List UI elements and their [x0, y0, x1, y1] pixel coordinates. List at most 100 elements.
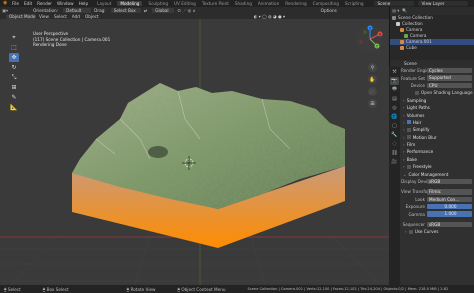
- transform-icon[interactable]: ⊞: [9, 83, 19, 92]
- orientation-label: Orientation:: [33, 7, 59, 13]
- global-dropdown[interactable]: Global: [152, 7, 175, 13]
- osl-label: Open Shading Language: [421, 90, 473, 96]
- outliner-cube[interactable]: Cube: [390, 45, 474, 51]
- view-transform-row: View Transform Filmic: [401, 188, 474, 195]
- gamma-label: Gamma: [408, 211, 425, 217]
- render-engine-dropdown[interactable]: Cycles: [427, 67, 472, 74]
- output-tab-icon[interactable]: 🖶: [390, 86, 399, 94]
- section-color-management[interactable]: ⌄ Color Management: [401, 170, 474, 177]
- feature-set-dropdown[interactable]: Supported: [427, 75, 472, 81]
- menu-view[interactable]: View: [39, 14, 49, 19]
- options-dropdown[interactable]: Options: [321, 8, 337, 13]
- grid-view-icon[interactable]: ⊞: [368, 99, 377, 108]
- use-curves-checkbox[interactable]: [408, 229, 413, 234]
- drag-dropdown[interactable]: Select Box: [110, 7, 141, 13]
- menu-add[interactable]: Add: [72, 14, 80, 19]
- 3d-viewport[interactable]: [0, 19, 389, 285]
- motion-blur-checkbox[interactable]: [406, 135, 411, 140]
- section-performance[interactable]: › Performance: [401, 148, 474, 155]
- osl-checkbox[interactable]: [415, 90, 419, 95]
- menu-edit[interactable]: Edit: [24, 1, 32, 6]
- tab-rendering[interactable]: Rendering: [285, 1, 306, 6]
- tab-scripting[interactable]: Scripting: [345, 1, 364, 6]
- menu-window[interactable]: Window: [57, 1, 74, 6]
- cursor-icon[interactable]: ⌖: [9, 33, 19, 42]
- tab-compositing[interactable]: Compositing: [313, 1, 339, 6]
- section-label: Performance: [406, 149, 434, 155]
- camera-data-icon: [404, 34, 408, 38]
- gamma-field[interactable]: 1.000: [427, 211, 472, 217]
- scene-tab-icon[interactable]: ◎: [390, 104, 399, 112]
- display-device-dropdown[interactable]: sRGB: [427, 178, 472, 185]
- object-tab-icon[interactable]: ▢: [390, 122, 399, 130]
- device-dropdown[interactable]: CPU: [427, 82, 472, 89]
- camera-view-icon[interactable]: 🎥: [368, 87, 377, 96]
- scene-selector[interactable]: Scene: [373, 1, 414, 6]
- move-icon[interactable]: ✥: [9, 53, 19, 62]
- scale-icon[interactable]: ⤡: [9, 73, 19, 82]
- zoom-icon[interactable]: ⚲: [368, 63, 377, 72]
- section-motion-blur[interactable]: › Motion Blur: [401, 134, 474, 141]
- section-hair[interactable]: › Hair: [401, 119, 474, 126]
- status-box-select: 🖱 Box Select: [42, 286, 69, 292]
- hair-checkbox[interactable]: [406, 120, 411, 125]
- section-sampling[interactable]: › Sampling: [401, 97, 474, 104]
- annotate-icon[interactable]: ✎: [9, 93, 19, 102]
- blender-logo-icon[interactable]: ◉: [3, 1, 9, 6]
- tab-modeling[interactable]: Modeling: [117, 1, 143, 6]
- tab-shading[interactable]: Shading: [235, 1, 252, 6]
- transform-pivot-icon[interactable]: ⇄: [144, 8, 148, 13]
- tab-sculpting[interactable]: Sculpting: [148, 1, 168, 6]
- top-bar: ◉ File Edit Render Window Help Layout Mo…: [0, 0, 474, 7]
- navigation-gizmo[interactable]: Y X Z: [355, 24, 385, 54]
- section-simplify[interactable]: › Simplify: [401, 126, 474, 133]
- rotate-icon[interactable]: ↻: [9, 63, 19, 72]
- modifier-tab-icon[interactable]: 🔧: [390, 131, 399, 139]
- look-dropdown[interactable]: Medium Con...: [427, 196, 472, 203]
- tab-uv-editing[interactable]: UV Editing: [174, 1, 196, 6]
- menu-help[interactable]: Help: [79, 1, 89, 6]
- constraint-tab-icon[interactable]: ⛓: [390, 149, 399, 157]
- view-layer-selector[interactable]: View Layer: [417, 1, 468, 6]
- editor-type-icon[interactable]: ▣▾: [2, 8, 8, 13]
- view-transform-dropdown[interactable]: Filmic: [427, 189, 472, 195]
- exposure-field[interactable]: 0.000: [427, 203, 472, 210]
- menu-select[interactable]: Select: [54, 14, 67, 19]
- simplify-checkbox[interactable]: [406, 127, 411, 132]
- freestyle-checkbox[interactable]: [406, 164, 411, 169]
- section-bake[interactable]: › Bake: [401, 156, 474, 163]
- select-icon[interactable]: ⬚: [9, 43, 19, 52]
- use-curves-row[interactable]: › Use Curves: [401, 228, 474, 235]
- data-tab-icon[interactable]: 🎥: [390, 158, 399, 166]
- orientation-dropdown[interactable]: Default: [63, 7, 92, 13]
- measure-icon[interactable]: 📐: [9, 103, 19, 112]
- tab-layout[interactable]: Layout: [97, 1, 111, 6]
- section-light-paths[interactable]: › Light Paths: [401, 104, 474, 111]
- view-layer-tab-icon[interactable]: ▤: [390, 95, 399, 103]
- menu-render[interactable]: Render: [37, 1, 52, 6]
- menu-object[interactable]: Object: [85, 14, 99, 19]
- menu-file[interactable]: File: [12, 1, 19, 6]
- section-freestyle[interactable]: › Freestyle: [401, 163, 474, 170]
- section-label: Hair: [412, 119, 422, 125]
- osl-row[interactable]: Open Shading Language: [401, 89, 474, 96]
- world-tab-icon[interactable]: 🌐: [390, 113, 399, 121]
- section-volumes[interactable]: › Volumes: [401, 111, 474, 118]
- render-tab-icon[interactable]: 📷: [390, 77, 399, 85]
- snap-icon[interactable]: ⊙ ⋰ ◎ ∧: [177, 8, 195, 13]
- tab-texture-paint[interactable]: Texture Paint: [202, 1, 229, 6]
- outliner-panel: ▤ ▾ 🔍 Scene Collection Collection Camera…: [389, 7, 474, 60]
- tab-animation[interactable]: Animation: [258, 1, 279, 6]
- tool-tab-icon[interactable]: ⚒: [390, 68, 399, 76]
- section-film[interactable]: › Film: [401, 141, 474, 148]
- sequencer-dropdown[interactable]: sRGB: [427, 221, 472, 228]
- object-mode-dropdown[interactable]: Object Mode: [6, 13, 36, 19]
- status-rotate-label: Rotate View: [130, 286, 156, 292]
- status-select-label: Select: [7, 286, 21, 292]
- use-curves-label: Use Curves: [414, 229, 439, 235]
- viewport-shading-icons[interactable]: ◐ ▾ ◯ ◍ ◕ ● ▾: [254, 14, 286, 19]
- physics-tab-icon[interactable]: ◌: [390, 140, 399, 148]
- section-label: Film: [406, 142, 416, 148]
- pan-hand-icon[interactable]: ✋: [368, 75, 377, 84]
- mesh-object-icon: [400, 46, 404, 50]
